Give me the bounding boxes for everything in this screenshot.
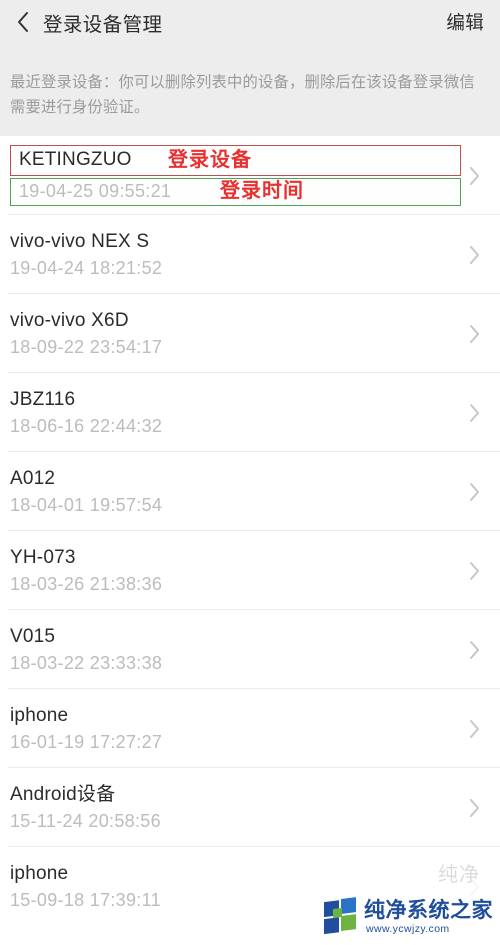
- chevron-right-icon[interactable]: [461, 797, 481, 819]
- list-item-texts: iphone 16-01-19 17:27:27: [10, 704, 461, 754]
- device-name: A012: [10, 467, 56, 489]
- chevron-right-icon[interactable]: [461, 639, 481, 661]
- device-login-time: 19-04-25 09:55:21: [10, 178, 461, 206]
- device-name: YH-073: [10, 546, 76, 568]
- device-name: KETINGZUO: [10, 145, 461, 176]
- list-item[interactable]: vivo-vivo X6D 18-09-22 23:54:17: [0, 294, 500, 373]
- chevron-right-icon[interactable]: [461, 876, 481, 898]
- device-login-time: 15-09-18 17:39:11: [10, 889, 161, 910]
- list-item[interactable]: V015 18-03-22 23:33:38: [0, 610, 500, 689]
- list-item-texts: iphone 15-09-18 17:39:11: [10, 862, 461, 912]
- device-login-time: 18-04-01 19:57:54: [10, 494, 163, 515]
- chevron-right-icon[interactable]: [461, 244, 481, 266]
- login-device-management-screen: 登录设备管理 编辑 最近登录设备：你可以删除列表中的设备，删除后在该设备登录微信…: [0, 0, 500, 945]
- list-item-texts: A012 18-04-01 19:57:54: [10, 467, 461, 517]
- list-item-texts: JBZ116 18-06-16 22:44:32: [10, 388, 461, 438]
- device-list: KETINGZUO 19-04-25 09:55:21 登录设备 登录时间 vi…: [0, 136, 500, 926]
- page-title: 登录设备管理: [43, 13, 163, 36]
- list-item[interactable]: YH-073 18-03-26 21:38:36: [0, 531, 500, 610]
- device-login-time: 15-11-24 20:58:56: [10, 810, 161, 831]
- device-name: iphone: [10, 704, 69, 726]
- device-login-time: 18-03-26 21:38:36: [10, 573, 163, 594]
- device-name: JBZ116: [10, 388, 76, 410]
- chevron-right-icon[interactable]: [461, 165, 481, 187]
- description-band: 最近登录设备：你可以删除列表中的设备，删除后在该设备登录微信需要进行身份验证。: [0, 44, 500, 136]
- list-item-texts: vivo-vivo NEX S 19-04-24 18:21:52: [10, 230, 461, 280]
- back-button[interactable]: [10, 7, 36, 37]
- chevron-right-icon[interactable]: [461, 323, 481, 345]
- chevron-left-icon: [16, 10, 30, 34]
- list-item-texts: KETINGZUO 19-04-25 09:55:21: [10, 145, 461, 206]
- chevron-right-icon[interactable]: [461, 402, 481, 424]
- list-item-texts: YH-073 18-03-26 21:38:36: [10, 546, 461, 596]
- edit-button[interactable]: 编辑: [446, 9, 484, 35]
- description-text: 最近登录设备：你可以删除列表中的设备，删除后在该设备登录微信需要进行身份验证。: [10, 74, 475, 116]
- device-name: vivo-vivo NEX S: [10, 230, 150, 252]
- chevron-right-icon[interactable]: [461, 481, 481, 503]
- device-name: vivo-vivo X6D: [10, 309, 129, 331]
- list-item-texts: Android设备 15-11-24 20:58:56: [10, 783, 461, 833]
- device-name: iphone: [10, 862, 69, 884]
- chevron-right-icon[interactable]: [461, 560, 481, 582]
- list-item-texts: vivo-vivo X6D 18-09-22 23:54:17: [10, 309, 461, 359]
- device-login-time: 18-09-22 23:54:17: [10, 336, 163, 357]
- device-login-time: 19-04-24 18:21:52: [10, 257, 163, 278]
- device-name: Android设备: [10, 783, 116, 805]
- list-item[interactable]: JBZ116 18-06-16 22:44:32: [0, 373, 500, 452]
- device-login-time: 16-01-19 17:27:27: [10, 731, 163, 752]
- list-item[interactable]: vivo-vivo NEX S 19-04-24 18:21:52: [0, 215, 500, 294]
- device-login-time: 18-06-16 22:44:32: [10, 415, 163, 436]
- list-item-texts: V015 18-03-22 23:33:38: [10, 625, 461, 675]
- list-item[interactable]: KETINGZUO 19-04-25 09:55:21 登录设备 登录时间: [0, 136, 500, 215]
- device-name: V015: [10, 625, 56, 647]
- device-login-time: 18-03-22 23:33:38: [10, 652, 163, 673]
- navigation-bar: 登录设备管理 编辑: [0, 0, 500, 44]
- list-item[interactable]: iphone 16-01-19 17:27:27: [0, 689, 500, 768]
- list-item[interactable]: A012 18-04-01 19:57:54: [0, 452, 500, 531]
- list-item[interactable]: Android设备 15-11-24 20:58:56: [0, 768, 500, 847]
- list-item[interactable]: iphone 15-09-18 17:39:11: [0, 847, 500, 926]
- chevron-right-icon[interactable]: [461, 718, 481, 740]
